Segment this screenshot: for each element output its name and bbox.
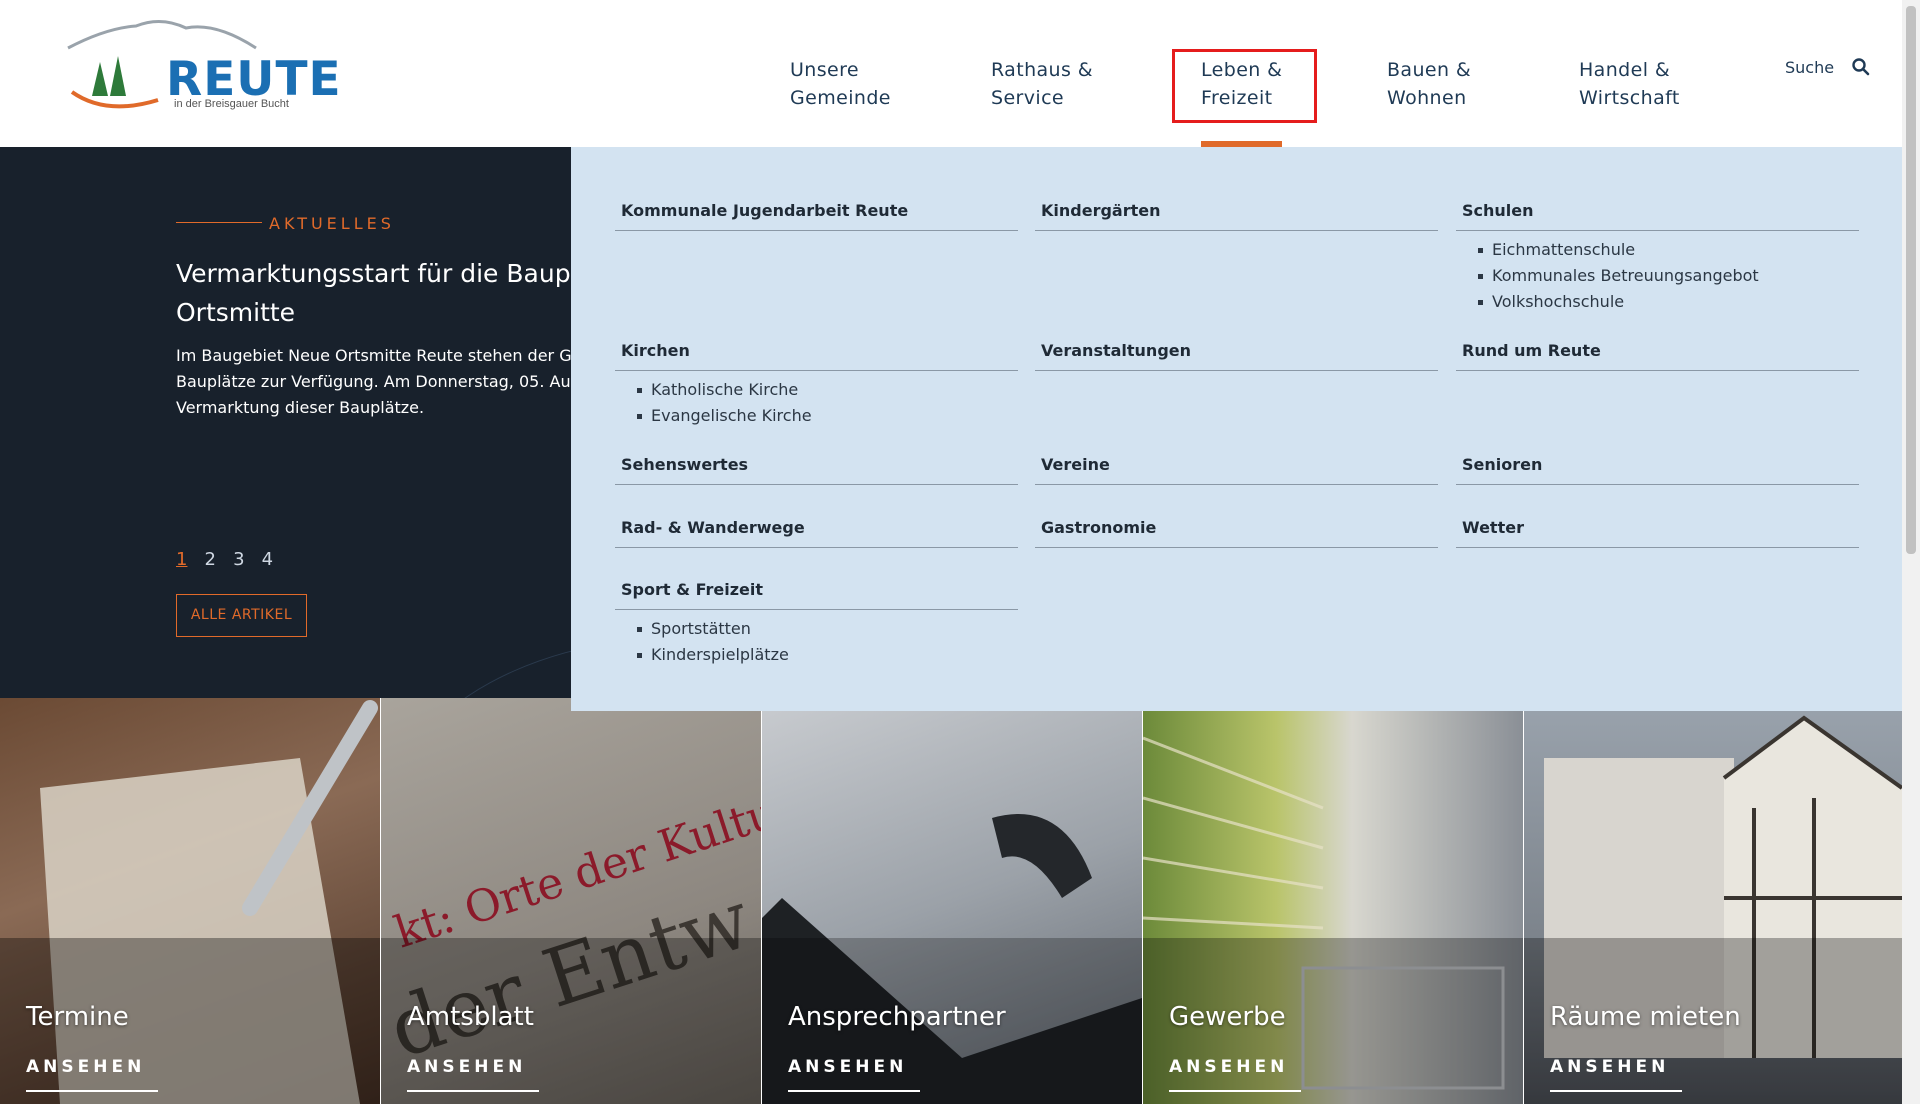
nav-item-handel-wirtschaft[interactable]: Handel & Wirtschaft [1579,56,1680,112]
menu-group-rund-um-reute: Rund um Reute [1456,341,1859,371]
tile-rule [1550,1090,1682,1092]
menu-heading[interactable]: Wetter [1456,518,1859,548]
menu-heading[interactable]: Senioren [1456,455,1859,485]
news-title-line-1: Vermarktungsstart für die Bauplä [176,259,593,288]
menu-heading[interactable]: Kommunale Jugendarbeit Reute [615,201,1018,231]
menu-group-senioren: Senioren [1456,455,1859,485]
tile-image-supermarket [1143,736,1523,1104]
nav-item-rathaus-service[interactable]: Rathaus & Service [991,56,1093,112]
menu-heading[interactable]: Kirchen [615,341,1018,371]
nav-item-leben-freizeit[interactable]: Leben & Freizeit [1201,56,1282,112]
tile-image-newspaper: kt: Orte der Kultur der Entw [381,780,761,1104]
tile-amtsblatt[interactable]: kt: Orte der Kultur der Entw Amtsblatt A… [381,698,761,1104]
menu-group-rad-wanderwege: Rad- & Wanderwege [615,518,1018,548]
menu-heading[interactable]: Vereine [1035,455,1438,485]
all-articles-button[interactable]: ALLE ARTIKEL [176,594,307,637]
menu-group-gastronomie: Gastronomie [1035,518,1438,548]
nav-item-unsere-gemeinde[interactable]: Unsere Gemeinde [790,56,891,112]
news-title[interactable]: Vermarktungsstart für die Bauplä Ortsmit… [176,254,596,332]
page-link-1[interactable]: 1 [176,549,187,570]
menu-heading[interactable]: Rund um Reute [1456,341,1859,371]
kicker-line [176,222,262,223]
tile-link[interactable]: ANSEHEN [407,1057,526,1077]
tile-title: Gewerbe [1169,1002,1286,1032]
menu-subitem[interactable]: Evangelische Kirche [637,403,1018,429]
search-label[interactable]: Suche [1785,58,1834,77]
site-header: REUTE in der Breisgauer Bucht Unsere Gem… [0,0,1902,147]
tile-rule [407,1090,539,1092]
news-kicker: AKTUELLES [269,214,395,233]
page-link-4[interactable]: 4 [262,549,273,570]
tile-raeume-mieten[interactable]: Räume mieten ANSEHEN [1524,698,1902,1104]
tile-link[interactable]: ANSEHEN [788,1057,907,1077]
menu-heading[interactable]: Kindergärten [1035,201,1438,231]
menu-group-sehenswertes: Sehenswertes [615,455,1018,485]
tile-ansprechpartner[interactable]: Ansprechpartner ANSEHEN [762,698,1142,1104]
site-logo[interactable]: REUTE in der Breisgauer Bucht [66,18,341,118]
tile-gewerbe[interactable]: Gewerbe ANSEHEN [1143,698,1523,1104]
menu-group-kirchen: Kirchen Katholische Kirche Evangelische … [615,341,1018,429]
news-teaser-line-1: Im Baugebiet Neue Ortsmitte Reute stehen… [176,346,582,365]
menu-sublist: Sportstätten Kinderspielplätze [615,610,1018,668]
menu-sublist: Katholische Kirche Evangelische Kirche [615,371,1018,429]
page-link-2[interactable]: 2 [205,549,216,570]
tile-rule [26,1090,158,1092]
page-link-3[interactable]: 3 [233,549,244,570]
menu-heading[interactable]: Sehenswertes [615,455,1018,485]
menu-group-jugendarbeit: Kommunale Jugendarbeit Reute [615,201,1018,231]
tile-title: Amtsblatt [407,1002,534,1032]
tile-termine[interactable]: Termine ANSEHEN [0,698,380,1104]
nav-item-bauen-wohnen[interactable]: Bauen & Wohnen [1387,56,1471,112]
menu-heading[interactable]: Schulen [1456,201,1859,231]
menu-heading[interactable]: Sport & Freizeit [615,580,1018,610]
tile-title: Räume mieten [1550,1002,1741,1032]
menu-group-vereine: Vereine [1035,455,1438,485]
news-teaser-line-2: Bauplätze zur Verfügung. Am Donnerstag, … [176,372,581,391]
news-teaser-line-3: Vermarktung dieser Bauplätze. [176,398,425,417]
tile-link[interactable]: ANSEHEN [1550,1057,1669,1077]
search-icon[interactable] [1851,57,1871,77]
menu-subitem[interactable]: Kommunales Betreuungsangebot [1478,263,1859,289]
tile-image-notebook [0,700,380,1104]
menu-subitem[interactable]: Volkshochschule [1478,289,1859,315]
menu-group-sport-freizeit: Sport & Freizeit Sportstätten Kinderspie… [615,580,1018,668]
menu-group-kindergaerten: Kindergärten [1035,201,1438,231]
menu-heading[interactable]: Gastronomie [1035,518,1438,548]
menu-subitem[interactable]: Kinderspielplätze [637,642,1018,668]
menu-heading[interactable]: Rad- & Wanderwege [615,518,1018,548]
quick-links: Termine ANSEHEN kt: Orte der Kultur der … [0,698,1902,1104]
tile-image-building [1524,715,1902,1104]
menu-group-schulen: Schulen Eichmattenschule Kommunales Betr… [1456,201,1859,315]
menu-subitem[interactable]: Eichmattenschule [1478,237,1859,263]
menu-subitem[interactable]: Sportstätten [637,616,1018,642]
news-title-line-2: Ortsmitte [176,298,296,327]
news-teaser: Im Baugebiet Neue Ortsmitte Reute stehen… [176,343,596,421]
mega-menu-leben-freizeit: Kommunale Jugendarbeit Reute Kindergärte… [571,147,1902,711]
logo-subtitle: in der Breisgauer Bucht [174,98,289,110]
menu-group-wetter: Wetter [1456,518,1859,548]
menu-heading[interactable]: Veranstaltungen [1035,341,1438,371]
news-pagination: 1 2 3 4 [176,549,285,570]
scrollbar-thumb[interactable] [1906,6,1916,554]
menu-sublist: Eichmattenschule Kommunales Betreuungsan… [1456,231,1859,315]
tile-rule [788,1090,920,1092]
tile-link[interactable]: ANSEHEN [26,1057,145,1077]
page-scrollbar[interactable] [1902,0,1920,1104]
menu-subitem[interactable]: Katholische Kirche [637,377,1018,403]
menu-group-veranstaltungen: Veranstaltungen [1035,341,1438,371]
tile-rule [1169,1090,1301,1092]
tile-title: Ansprechpartner [788,1002,1006,1032]
tile-image-phone [762,814,1142,1104]
tile-title: Termine [26,1002,129,1032]
tile-link[interactable]: ANSEHEN [1169,1057,1288,1077]
